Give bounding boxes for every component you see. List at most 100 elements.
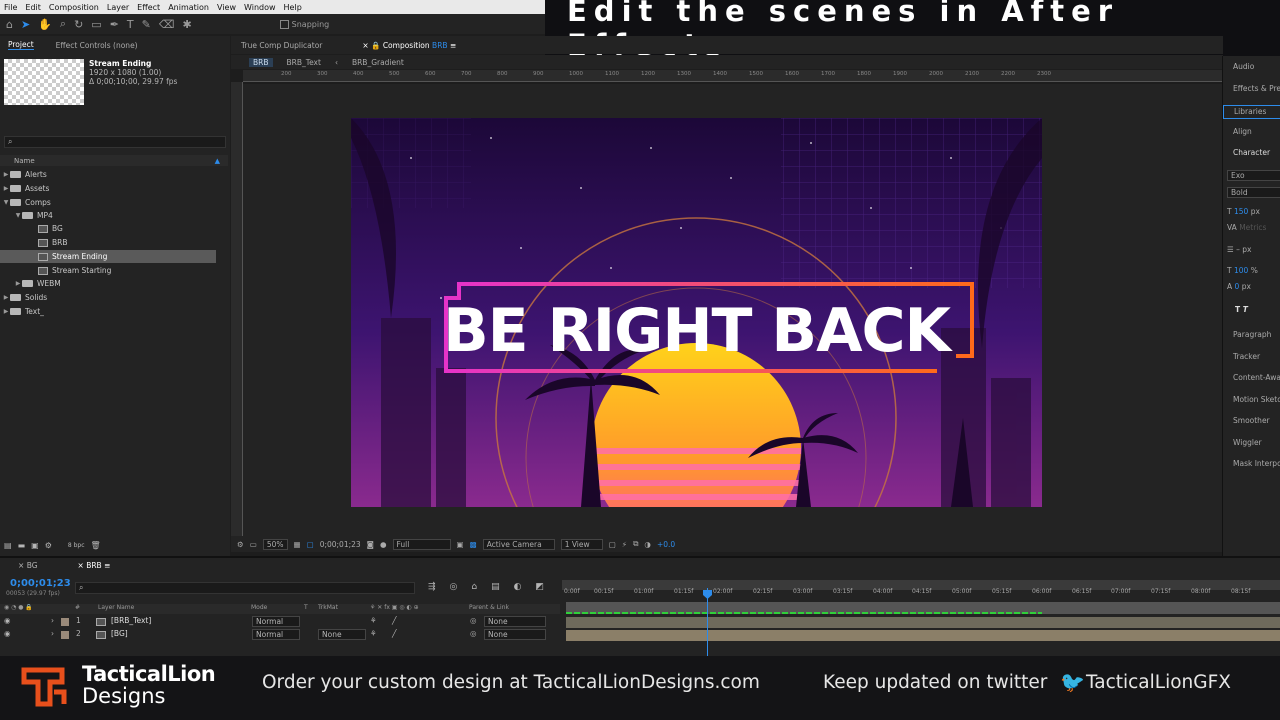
tree-comp-brb[interactable]: BRB (0, 236, 216, 249)
panel-audio[interactable]: Audio (1233, 62, 1254, 71)
zoom-tool-icon[interactable]: ⌕ (60, 17, 66, 31)
lock-icon[interactable]: 🔒 (371, 41, 380, 50)
flowchart-icon[interactable]: ⧉ (633, 539, 638, 549)
menu-composition[interactable]: Composition (45, 3, 103, 12)
toggle-pixel-icon[interactable]: ▢ (609, 540, 616, 549)
rotate-tool-icon[interactable]: ↻ (74, 18, 83, 31)
pen-tool-icon[interactable]: ✒ (110, 18, 119, 31)
menu-effect[interactable]: Effect (133, 3, 164, 12)
quality-switch-icon[interactable]: ╱ (392, 616, 397, 625)
faux-italic-button[interactable]: T (1243, 305, 1248, 314)
vertical-scale-field[interactable]: T 100 % (1227, 266, 1258, 275)
headline-text[interactable]: BE RIGHT BACK (351, 296, 1042, 366)
panel-menu-icon[interactable]: ≡ (450, 41, 456, 50)
layer-name[interactable]: [BRB_Text] (111, 616, 151, 625)
puppet-tool-icon[interactable]: ✱ (182, 18, 191, 31)
timeline-search-input[interactable]: ⌕ (75, 582, 415, 594)
snapping-toggle[interactable]: Snapping (279, 19, 329, 29)
parent-dropdown[interactable]: None (484, 616, 546, 627)
exposure-icon[interactable]: ◑ (644, 540, 651, 549)
tab-timeline-brb[interactable]: × BRB ≡ (78, 561, 111, 570)
trash-icon[interactable]: 🗑 (91, 541, 101, 550)
current-time[interactable]: 0;00;01;23 (320, 540, 361, 549)
panel-motion-sketch[interactable]: Motion Sketch (1233, 395, 1280, 404)
channel-icon[interactable]: ● (380, 540, 387, 549)
transparency-grid-icon[interactable]: ▩ (470, 540, 477, 549)
time-ruler[interactable]: 0:00f 00:15f 01:00f 01:15f 02:00f 02:15f… (562, 588, 1280, 598)
snapshot-icon[interactable]: ◙ (367, 540, 374, 549)
exposure-value[interactable]: +0.0 (657, 540, 675, 549)
bpc-button[interactable]: 8 bpc (68, 542, 85, 549)
tree-folder-webm[interactable]: ▶ WEBM (0, 277, 216, 290)
tree-folder-comps[interactable]: ▼ Comps (0, 196, 216, 209)
menu-window[interactable]: Window (240, 3, 280, 12)
panel-effects-presets[interactable]: Effects & Presets (1233, 84, 1280, 93)
kerning-field[interactable]: VA Metrics (1227, 223, 1266, 232)
layer-name[interactable]: [BG] (111, 629, 128, 638)
baseline-shift-value[interactable]: 0 (1235, 282, 1240, 291)
pickwhip-icon[interactable]: ◎ (470, 629, 477, 638)
chevron-right-icon[interactable]: › (51, 616, 54, 625)
tree-comp-stream-starting[interactable]: Stream Starting (0, 264, 216, 277)
comp-flowchart-icon[interactable]: ⇶ (428, 582, 436, 592)
tab-timeline-bg[interactable]: × BG (18, 561, 38, 570)
home-icon[interactable]: ⌂ (6, 18, 13, 31)
menu-file[interactable]: File (0, 3, 21, 12)
font-family-dropdown[interactable]: Exo (1227, 170, 1280, 181)
breadcrumb-brb-gradient[interactable]: BRB_Gradient (352, 58, 404, 67)
shy-switch-icon[interactable]: ⚘ (370, 629, 377, 638)
panel-tracker[interactable]: Tracker (1233, 352, 1260, 361)
project-search-input[interactable]: ⌕ (4, 136, 226, 148)
interpret-footage-icon[interactable]: ▤ (4, 541, 12, 550)
layer-bar-1[interactable] (566, 617, 1280, 628)
settings-icon[interactable]: ⚙ (45, 541, 52, 550)
zoom-dropdown[interactable]: 50% (262, 538, 288, 550)
quality-switch-icon[interactable]: ╱ (392, 629, 397, 638)
tree-folder-mp4[interactable]: ▼ MP4 (0, 209, 216, 222)
font-style-dropdown[interactable]: Bold (1227, 187, 1280, 198)
breadcrumb-brb-text[interactable]: BRB_Text (287, 58, 321, 67)
motion-blur-icon[interactable]: ◐ (514, 582, 522, 592)
layer-bar-2[interactable] (566, 630, 1280, 641)
font-size-value[interactable]: 150 (1234, 207, 1248, 216)
snapping-checkbox[interactable] (279, 19, 289, 29)
label-color-swatch[interactable] (61, 618, 69, 626)
font-size-field[interactable]: T 150 px (1227, 207, 1260, 216)
breadcrumb-brb[interactable]: BRB (249, 57, 273, 67)
eraser-tool-icon[interactable]: ⌫ (159, 18, 175, 31)
panel-mask-interpolation[interactable]: Mask Interpolation (1233, 459, 1280, 468)
tree-folder-solids[interactable]: ▶ Solids (0, 291, 216, 304)
close-icon[interactable]: × (18, 561, 24, 570)
chevron-right-icon[interactable]: ▶ (2, 185, 10, 192)
kerning-value[interactable]: Metrics (1239, 223, 1266, 232)
layer-row-1[interactable]: ◉ › 1 [BRB_Text] Normal ⚘ ╱ ◎ None (0, 616, 560, 628)
panel-wiggler[interactable]: Wiggler (1233, 438, 1262, 447)
chevron-right-icon[interactable]: › (51, 629, 54, 638)
close-icon[interactable]: × (78, 561, 84, 570)
monitor-icon[interactable]: ▭ (250, 540, 257, 549)
panel-smoother[interactable]: Smoother (1233, 416, 1270, 425)
tree-folder-text[interactable]: ▶ Text_ (0, 305, 216, 318)
view-layout-dropdown[interactable]: 1 View (560, 538, 603, 550)
shy-icon[interactable]: ⌂ (471, 582, 477, 592)
label-color-swatch[interactable] (61, 631, 69, 639)
tab-true-comp-duplicator[interactable]: True Comp Duplicator (241, 41, 322, 50)
chevron-right-icon[interactable]: ▶ (2, 308, 10, 315)
sort-asc-icon[interactable]: ▲ (215, 157, 220, 165)
grid-icon[interactable]: ▦ (294, 540, 301, 549)
baseline-shift-field[interactable]: A 0 px (1227, 282, 1251, 291)
preview-icon[interactable]: ⚙ (237, 540, 244, 549)
selection-tool-icon[interactable]: ➤ (21, 18, 30, 31)
close-icon[interactable]: × (362, 41, 368, 50)
roi-icon[interactable]: ▣ (457, 540, 464, 549)
panel-character[interactable]: Character (1233, 148, 1270, 157)
menu-help[interactable]: Help (280, 3, 306, 12)
panel-align[interactable]: Align (1233, 127, 1252, 136)
region-icon[interactable]: ▢ (307, 540, 314, 549)
trkmat-dropdown[interactable]: None (318, 629, 366, 640)
menu-animation[interactable]: Animation (164, 3, 213, 12)
resolution-dropdown[interactable]: Full (392, 538, 451, 550)
tree-folder-alerts[interactable]: ▶ Alerts (0, 168, 216, 181)
leading-field[interactable]: ☰ – px (1227, 245, 1251, 254)
graph-editor-icon[interactable]: ◩ (536, 582, 545, 592)
